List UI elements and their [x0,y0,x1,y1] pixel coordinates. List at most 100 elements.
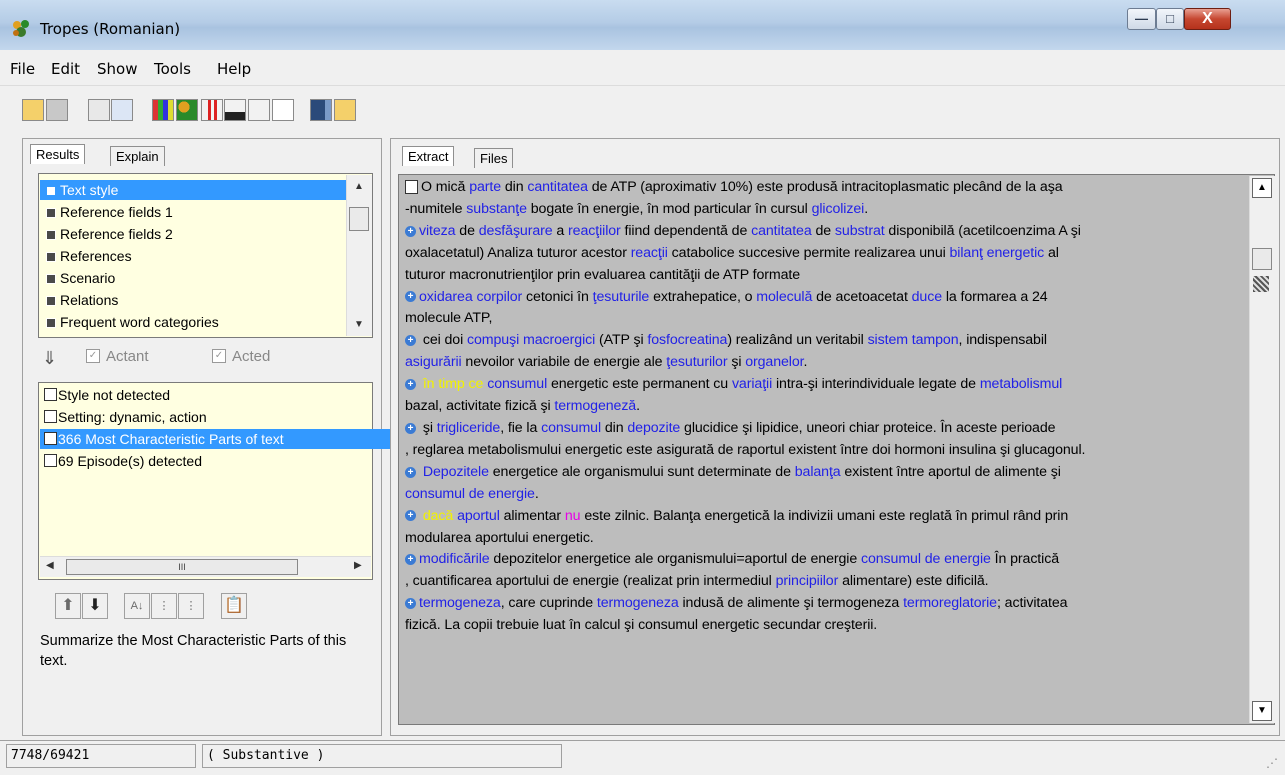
highlighted-term[interactable]: fosfocreatina [647,332,727,348]
checkbox-icon[interactable] [44,432,57,445]
minimize-button[interactable]: — [1127,8,1156,30]
expand-tree-icon[interactable]: ⋮ [151,593,177,619]
resize-grip-icon[interactable]: ⋰ [1266,756,1278,770]
result-item-characteristic-parts[interactable]: 366 Most Characteristic Parts of text [40,429,390,449]
menu-tools[interactable]: Tools [154,60,191,78]
highlighted-term[interactable]: trigliceride [437,420,501,436]
highlighted-term[interactable]: substrat [835,223,885,239]
highlighted-term[interactable]: consumul de energie [861,551,991,567]
highlighted-term[interactable]: parte [469,179,501,195]
highlighted-term[interactable]: termogeneza [597,595,679,611]
hscroll-thumb[interactable]: III [66,559,298,575]
menu-show[interactable]: Show [97,60,137,78]
close-button[interactable]: X [1184,8,1231,30]
highlighted-term[interactable]: sistem tampon [868,332,959,348]
expand-plus-icon[interactable]: + [405,597,416,609]
highlighted-term[interactable]: desfăşurare [479,223,553,239]
menu-edit[interactable]: Edit [51,60,80,78]
book-icon[interactable] [310,99,332,121]
tab-explain[interactable]: Explain [110,146,165,166]
scroll-thumb[interactable] [1252,248,1272,270]
results-hscrollbar[interactable]: ◀ III ▶ [40,556,371,577]
highlighted-term[interactable]: depozite [627,420,680,436]
highlighted-term[interactable]: balanţa [795,464,841,480]
maximize-button[interactable]: □ [1156,8,1184,30]
open-file-icon[interactable] [22,99,44,121]
list-item-relations[interactable]: Relations [40,290,118,310]
highlighted-term[interactable]: consumul de energie [405,486,535,502]
extract-text-area[interactable]: O mică parte din cantitatea de ATP (apro… [398,174,1275,725]
result-item-episodes[interactable]: 69 Episode(s) detected [40,451,202,471]
highlighted-term[interactable]: organelor [745,354,803,370]
highlighted-term[interactable]: substanţe [466,201,527,217]
scroll-down-icon[interactable]: ▼ [351,317,367,333]
expand-plus-icon[interactable]: + [405,554,416,566]
list-view-icon[interactable] [248,99,270,121]
scroll-left-icon[interactable]: ◀ [46,560,54,571]
expand-plus-icon[interactable]: + [405,466,416,478]
expand-plus-icon[interactable]: + [405,225,416,237]
highlighted-term[interactable]: oxidarea corpilor [419,289,522,305]
highlighted-term[interactable]: termoreglatorie [903,595,997,611]
highlighted-term[interactable]: modificările [419,551,490,567]
scroll-right-icon[interactable]: ▶ [354,560,362,571]
clipboard-icon[interactable]: 📋 [221,593,247,619]
highlighted-term[interactable]: moleculă [756,289,812,305]
highlighted-term[interactable]: aportul [457,508,500,524]
expand-plus-icon[interactable]: + [405,291,416,303]
acted-checkbox[interactable]: ✓ [212,349,226,363]
list-item-references[interactable]: References [40,246,132,266]
highlighted-term[interactable]: dacă [419,508,453,524]
tab-files[interactable]: Files [474,148,514,168]
highlighted-term[interactable]: Depozitele [423,464,489,480]
arrow-down-icon[interactable]: ⇓ [42,348,57,369]
menu-file[interactable]: File [10,60,35,78]
bar-chart-icon[interactable] [224,99,246,121]
result-item-style[interactable]: Style not detected [40,385,170,405]
list-item-frequent-word-categories[interactable]: Frequent word categories [40,312,219,332]
highlighted-term[interactable]: bilanţ energetic [950,245,1045,261]
scroll-down-icon[interactable]: ▼ [1252,701,1272,721]
tab-extract[interactable]: Extract [402,146,455,166]
scroll-thumb[interactable] [349,207,369,231]
expand-plus-icon[interactable]: + [405,378,416,390]
list-item-text-style[interactable]: Text style [40,180,365,200]
highlighted-term[interactable]: duce [912,289,942,305]
highlighted-term[interactable]: ţesuturile [593,289,650,305]
sort-az-icon[interactable]: A↓ [124,593,150,619]
highlighted-term[interactable]: variaţii [732,376,772,392]
checkbox-icon[interactable] [44,454,57,467]
dictionary-icon[interactable] [334,99,356,121]
result-item-setting[interactable]: Setting: dynamic, action [40,407,207,427]
stacked-view-icon[interactable] [201,99,223,121]
copy-icon[interactable] [111,99,133,121]
highlighted-term[interactable]: reacţii [631,245,668,261]
list-item-reference-fields-1[interactable]: Reference fields 1 [40,202,173,222]
highlighted-term[interactable]: termogeneza [419,595,501,611]
tab-results[interactable]: Results [30,144,86,164]
expand-plus-icon[interactable]: + [405,510,416,522]
move-up-button[interactable]: ⬆ [55,593,81,619]
scroll-up-icon[interactable]: ▲ [1252,178,1272,198]
highlighted-term[interactable]: metabolismul [980,376,1062,392]
actant-checkbox[interactable]: ✓ [86,349,100,363]
highlighted-term[interactable]: ţesuturilor [666,354,727,370]
highlighted-term[interactable]: cantitatea [527,179,588,195]
extract-scrollbar[interactable]: ▲ ▼ [1249,176,1275,723]
highlighted-term[interactable]: consumul [487,376,547,392]
list-item-scenario[interactable]: Scenario [40,268,115,288]
graph-view-icon[interactable] [176,99,198,121]
highlighted-term[interactable]: nu [565,508,581,524]
move-down-button[interactable]: ⬇ [82,593,108,619]
title-bar[interactable]: Tropes (Romanian) — □ X [0,0,1285,50]
checkbox-icon[interactable] [44,410,57,423]
highlighted-term[interactable]: glicolizei [812,201,865,217]
category-scrollbar[interactable]: ▲ ▼ [346,175,372,336]
checkbox-icon[interactable] [44,388,57,401]
highlighted-term[interactable]: reacţiilor [568,223,621,239]
highlighted-term[interactable]: cantitatea [751,223,812,239]
collapse-tree-icon[interactable]: ⋮ [178,593,204,619]
menu-help[interactable]: Help [217,60,251,78]
expand-plus-icon[interactable]: + [405,335,416,347]
highlighted-term[interactable]: compuşi macroergici [467,332,595,348]
